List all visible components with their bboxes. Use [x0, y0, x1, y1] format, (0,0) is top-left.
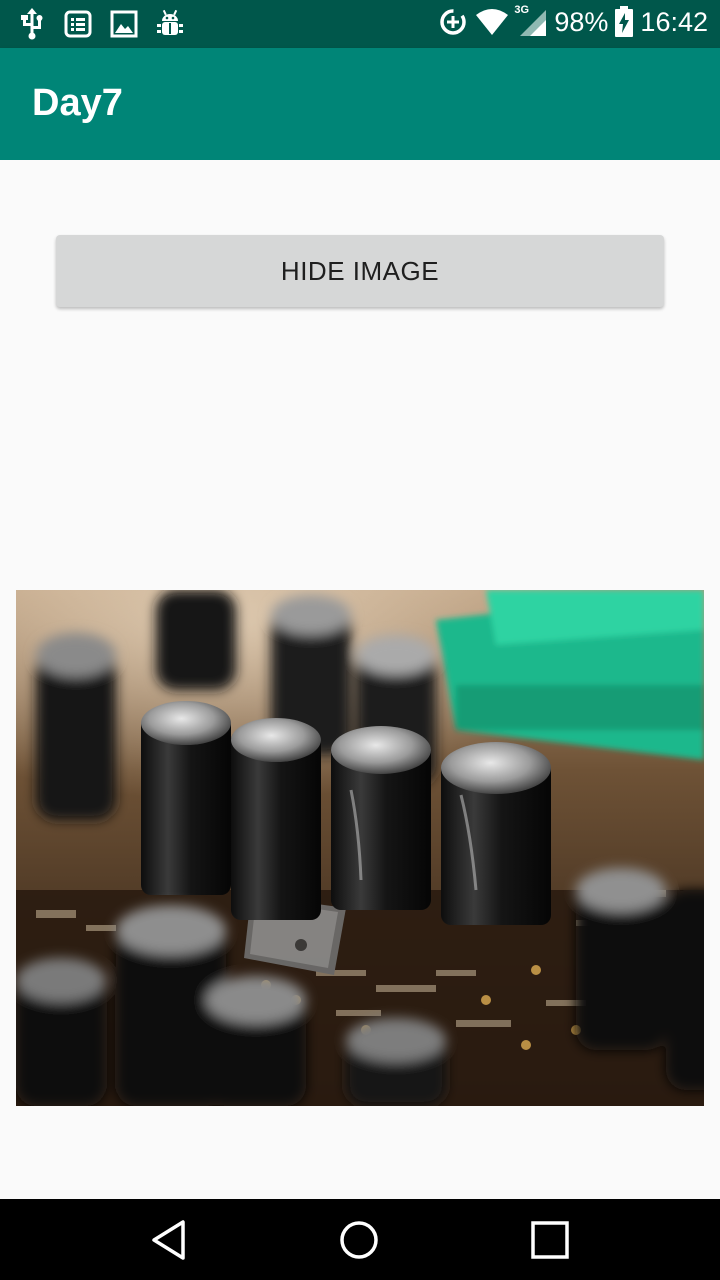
image-icon [110, 10, 138, 38]
usb-icon [18, 8, 46, 40]
back-icon[interactable] [147, 1217, 193, 1263]
network-type-label: 3G [514, 4, 530, 16]
data-saver-icon [438, 7, 468, 37]
home-icon[interactable] [336, 1217, 382, 1263]
hide-image-button[interactable]: HIDE IMAGE [56, 235, 664, 307]
notes-icon [64, 10, 92, 38]
wifi-icon [474, 7, 510, 37]
main-content: HIDE IMAGE [0, 160, 720, 1199]
status-bar: 3G 98% 16:42 [0, 0, 720, 48]
android-debug-icon [156, 9, 184, 39]
circuit-board-image [16, 590, 704, 1106]
battery-charging-icon [614, 6, 634, 38]
app-title: Day7 [32, 82, 123, 124]
status-time: 16:42 [640, 6, 708, 37]
battery-percent: 98% [554, 6, 609, 37]
app-bar: Day7 [0, 48, 720, 160]
signal-3g-icon: 3G [514, 4, 548, 38]
navigation-bar [0, 1199, 720, 1280]
recents-icon[interactable] [527, 1217, 573, 1263]
